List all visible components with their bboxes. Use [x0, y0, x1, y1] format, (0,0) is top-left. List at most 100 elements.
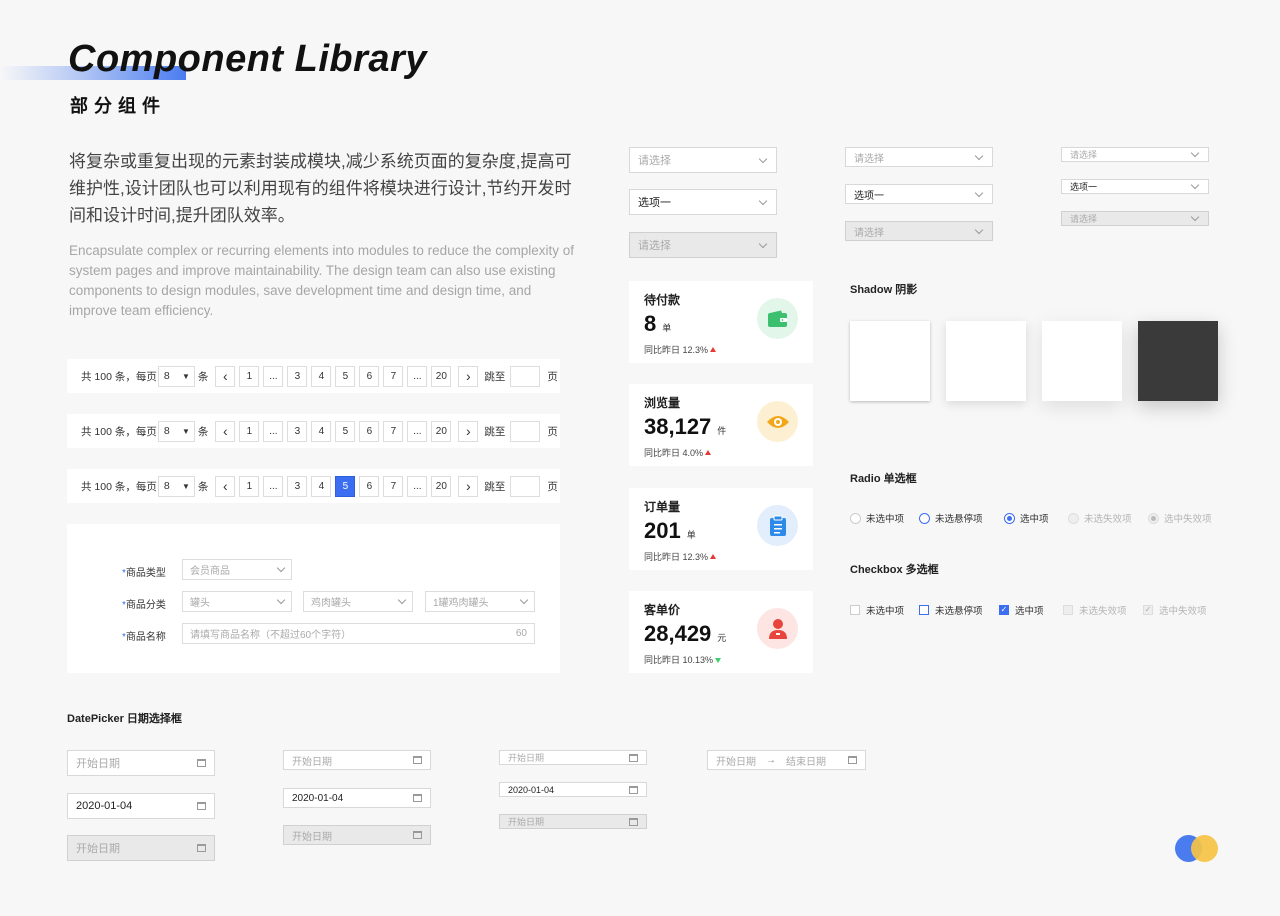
page-ellipsis[interactable]: ... — [407, 475, 428, 497]
category-level2-select[interactable]: 鸡肉罐头 — [303, 591, 413, 612]
intro-cn: 将复杂或重复出现的元素封装成模块,减少系统页面的复杂度,提高可维护性,设计团队也… — [69, 152, 572, 225]
checkbox-icon — [850, 605, 860, 615]
page-1[interactable]: 1 — [239, 475, 260, 497]
range-start[interactable]: 开始日期 — [716, 753, 756, 768]
page-20[interactable]: 20 — [431, 475, 452, 497]
clipboard-icon — [757, 505, 798, 546]
select-medium-value[interactable]: 选项一 — [845, 184, 993, 204]
page-6[interactable]: 6 — [359, 420, 380, 442]
page-4[interactable]: 4 — [311, 420, 332, 442]
radio-checked[interactable]: 选中项 — [1004, 511, 1049, 525]
next-page-button[interactable]: › — [458, 475, 479, 497]
select-large-placeholder[interactable]: 请选择 — [629, 147, 777, 173]
caret-down-icon: ▼ — [181, 371, 190, 381]
checkbox-hover[interactable]: 未选悬停项 — [919, 603, 983, 617]
page-20[interactable]: 20 — [431, 420, 452, 442]
check-icon: ✓ — [999, 605, 1009, 615]
radio-checked-icon — [1004, 512, 1015, 524]
intro-en: Encapsulate complex or recurring element… — [69, 243, 575, 318]
select-small-value[interactable]: 选项一 — [1061, 179, 1209, 194]
calendar-icon — [629, 817, 638, 826]
radio-circle-icon — [850, 512, 861, 524]
prev-page-button[interactable]: ‹ — [215, 475, 236, 497]
stat-compare: 同比昨日 12.3% — [644, 343, 717, 356]
trend-down-icon — [715, 658, 722, 663]
radio-hover[interactable]: 未选悬停项 — [919, 511, 983, 525]
select-medium-placeholder[interactable]: 请选择 — [845, 147, 993, 167]
checkbox-icon — [1063, 605, 1073, 615]
datepicker-medium-value[interactable]: 2020-01-04 — [283, 788, 431, 808]
jump-label: 跳至 — [484, 480, 506, 493]
page-7[interactable]: 7 — [383, 420, 404, 442]
page-6[interactable]: 6 — [359, 475, 380, 497]
chevron-down-icon — [758, 239, 768, 248]
page-20[interactable]: 20 — [431, 365, 452, 387]
daterange-picker[interactable]: 开始日期 → 结束日期 — [707, 750, 866, 770]
page-ellipsis[interactable]: ... — [407, 420, 428, 442]
page-ellipsis[interactable]: ... — [263, 365, 284, 387]
checkbox-disabled: 未选失效项 — [1063, 603, 1127, 617]
stat-value: 201 单 — [644, 518, 696, 543]
checkbox-checked[interactable]: ✓ 选中项 — [999, 603, 1044, 617]
datepicker-large-value[interactable]: 2020-01-04 — [67, 793, 215, 819]
chevron-down-icon — [974, 188, 984, 197]
page-ellipsis[interactable]: ... — [263, 475, 284, 497]
jump-label: 跳至 — [484, 425, 506, 438]
select-large-value[interactable]: 选项一 — [629, 189, 777, 215]
select-small-placeholder[interactable]: 请选择 — [1061, 147, 1209, 162]
range-end[interactable]: 结束日期 — [786, 753, 826, 768]
category-level1-select[interactable]: 罐头 — [182, 591, 292, 612]
datepicker-large-placeholder[interactable]: 开始日期 — [67, 750, 215, 776]
page-1[interactable]: 1 — [239, 365, 260, 387]
page-7[interactable]: 7 — [383, 475, 404, 497]
radio-unchecked[interactable]: 未选中项 — [850, 511, 904, 525]
page-5[interactable]: 5 — [335, 475, 356, 497]
datepicker-small-value[interactable]: 2020-01-04 — [499, 782, 647, 797]
page-unit: 页 — [547, 370, 558, 383]
chevron-down-icon — [519, 595, 529, 605]
stat-label: 浏览量 — [644, 396, 681, 410]
page-size-select[interactable]: 8 ▼ — [157, 365, 195, 387]
calendar-icon — [197, 759, 206, 767]
product-name-input[interactable]: 请填写商品名称（不超过60个字符） 60 — [182, 623, 535, 644]
checkbox-unchecked[interactable]: 未选中项 — [850, 603, 904, 617]
prev-page-button[interactable]: ‹ — [215, 365, 236, 387]
shadow-title: Shadow 阴影 — [850, 284, 918, 296]
radio-disabled-checked: 选中失效项 — [1148, 511, 1212, 525]
page-4[interactable]: 4 — [311, 365, 332, 387]
radio-checked-icon — [1148, 512, 1159, 524]
page-5[interactable]: 5 — [335, 365, 356, 387]
page-4[interactable]: 4 — [311, 475, 332, 497]
pagination-row: 共 100 条，每页 8 ▼ 条 ‹ 1... 3 4 5 6 7... 20 › 跳至页 — [67, 469, 560, 503]
jump-input[interactable] — [510, 420, 541, 442]
prev-page-button[interactable]: ‹ — [215, 420, 236, 442]
page-6[interactable]: 6 — [359, 365, 380, 387]
next-page-button[interactable]: › — [458, 420, 479, 442]
jump-input[interactable] — [510, 365, 541, 387]
page-3[interactable]: 3 — [287, 475, 308, 497]
stat-label: 客单价 — [644, 603, 681, 617]
page-ellipsis[interactable]: ... — [407, 365, 428, 387]
jump-label: 跳至 — [484, 370, 506, 383]
wallet-icon — [757, 298, 798, 339]
page-5[interactable]: 5 — [335, 420, 356, 442]
page-ellipsis[interactable]: ... — [263, 420, 284, 442]
checkbox-icon — [919, 605, 929, 615]
calendar-icon — [413, 794, 422, 802]
next-page-button[interactable]: › — [458, 365, 479, 387]
stat-card-orders: 订单量 201 单 同比昨日 12.3% — [629, 488, 813, 570]
page-7[interactable]: 7 — [383, 365, 404, 387]
category-level3-select[interactable]: 1罐鸡肉罐头 — [425, 591, 535, 612]
datepicker-small-placeholder[interactable]: 开始日期 — [499, 750, 647, 765]
product-type-select[interactable]: 会员商品 — [182, 559, 292, 580]
stat-card-page-views: 浏览量 38,127 件 同比昨日 4.0% — [629, 384, 813, 466]
page-1[interactable]: 1 — [239, 420, 260, 442]
jump-input[interactable] — [510, 475, 541, 497]
page-size-select[interactable]: 8 ▼ — [157, 475, 195, 497]
page-3[interactable]: 3 — [287, 420, 308, 442]
datepicker-medium-placeholder[interactable]: 开始日期 — [283, 750, 431, 770]
calendar-icon — [197, 802, 206, 810]
page-size-select[interactable]: 8 ▼ — [157, 420, 195, 442]
stat-compare: 同比昨日 4.0% — [644, 446, 712, 459]
page-3[interactable]: 3 — [287, 365, 308, 387]
